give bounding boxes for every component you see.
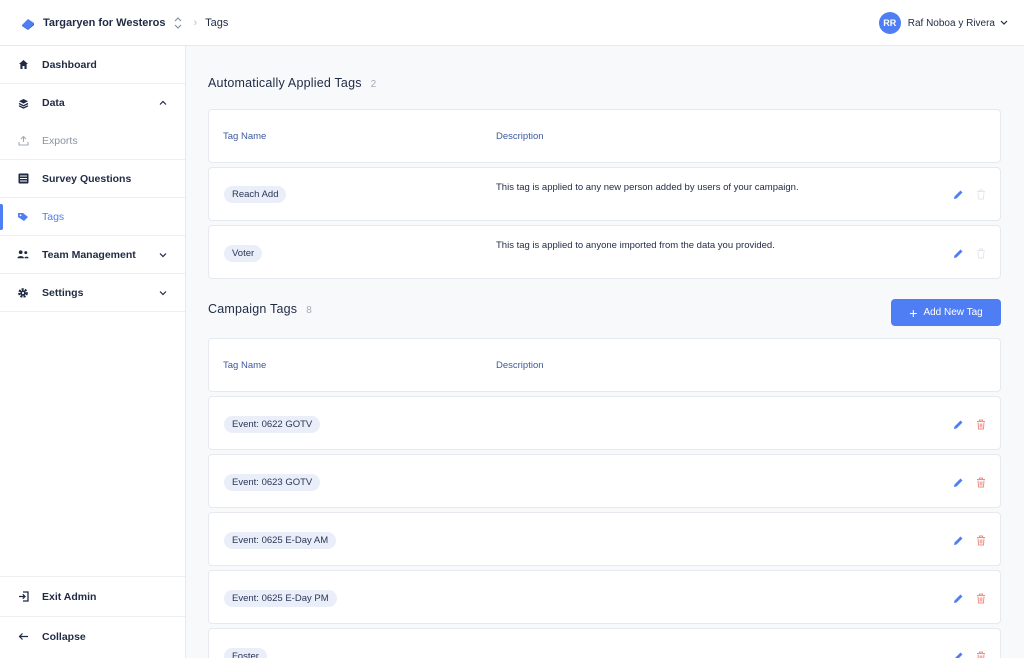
add-new-tag-button[interactable]: + Add New Tag [891, 299, 1001, 326]
table-row: Event: 0622 GOTV [208, 396, 1001, 450]
avatar: RR [878, 12, 901, 34]
tag-description: This tag is applied to anyone imported f… [496, 240, 775, 251]
sidebar-item-data[interactable]: Data [0, 84, 185, 122]
user-name: Raf Noboa y Rivera [907, 17, 995, 29]
sidebar: Dashboard Data Exports Survey Questions … [0, 46, 186, 658]
campaign-tags-header: Tag Name Description [208, 338, 1001, 392]
breadcrumb-separator-icon: › [193, 16, 198, 29]
tag-pill: Event: 0625 E-Day PM [224, 590, 337, 607]
plus-icon: + [909, 304, 918, 321]
exit-icon [17, 591, 29, 603]
edit-icon[interactable] [953, 419, 964, 430]
delete-icon[interactable] [976, 477, 986, 488]
users-icon [17, 249, 29, 261]
sidebar-item-label: Data [42, 97, 65, 109]
delete-icon[interactable] [976, 419, 986, 430]
exit-admin-label: Exit Admin [42, 590, 97, 603]
delete-icon-disabled [977, 248, 985, 259]
sidebar-item-label: Settings [42, 286, 84, 299]
table-row: Foster [208, 628, 1001, 658]
campaign-tags-title: Campaign Tags 8 [208, 302, 312, 316]
table-row: Event: 0623 GOTV [208, 454, 1001, 508]
tag-icon [17, 211, 29, 223]
tag-pill: Event: 0622 GOTV [224, 416, 321, 433]
auto-tags-title-text: Automatically Applied Tags [208, 76, 362, 90]
chevron-up-icon[interactable] [159, 99, 167, 107]
gear-icon [17, 287, 29, 299]
org-name: Targaryen for Westeros [43, 16, 166, 29]
delete-icon[interactable] [976, 593, 986, 604]
table-row: Event: 0625 E-Day AM [208, 512, 1001, 566]
sidebar-item-label: Dashboard [42, 58, 97, 71]
delete-icon-disabled [977, 189, 985, 200]
sidebar-item-dashboard[interactable]: Dashboard [0, 46, 185, 84]
campaign-tags-title-text: Campaign Tags [208, 302, 298, 316]
auto-tags-header: Tag Name Description [208, 109, 1001, 163]
edit-icon[interactable] [953, 477, 964, 488]
sidebar-item-tags[interactable]: Tags [0, 198, 185, 236]
sidebar-item-label: Exports [42, 134, 78, 147]
org-switcher[interactable]: Targaryen for Westeros [0, 0, 183, 46]
edit-icon[interactable] [953, 248, 964, 259]
tag-pill: Event: 0623 GOTV [224, 474, 321, 491]
collapse-button[interactable]: Collapse [0, 616, 185, 656]
logo-icon [22, 18, 34, 30]
sidebar-item-team-management[interactable]: Team Management [0, 236, 185, 274]
user-menu[interactable]: RR Raf Noboa y Rivera [878, 0, 1008, 46]
add-new-tag-label: Add New Tag [923, 307, 983, 318]
edit-icon[interactable] [953, 651, 964, 658]
auto-tags-title: Automatically Applied Tags 2 [208, 76, 376, 90]
list-icon [17, 173, 29, 185]
exit-admin-button[interactable]: Exit Admin [0, 576, 185, 616]
sidebar-item-settings[interactable]: Settings [0, 274, 185, 312]
chevron-down-icon[interactable] [159, 289, 167, 297]
table-row: Event: 0625 E-Day PM [208, 570, 1001, 624]
home-icon [17, 59, 29, 71]
delete-icon[interactable] [976, 651, 986, 658]
edit-icon[interactable] [953, 593, 964, 604]
sidebar-item-label: Tags [42, 210, 65, 223]
tag-pill: Event: 0625 E-Day AM [224, 532, 337, 549]
sidebar-item-label: Survey Questions [42, 172, 132, 185]
tag-pill: Foster [224, 648, 267, 658]
campaign-tags-count: 8 [306, 305, 312, 316]
switch-icon[interactable] [173, 16, 183, 30]
table-row: Voter This tag is applied to anyone impo… [208, 225, 1001, 279]
chevron-down-icon [1000, 20, 1008, 25]
top-bar: Targaryen for Westeros › Tags RR Raf Nob… [0, 0, 1024, 46]
chevron-down-icon[interactable] [159, 251, 167, 259]
edit-icon[interactable] [953, 189, 964, 200]
breadcrumb-page: Tags [205, 16, 229, 29]
tag-pill: Voter [224, 245, 263, 262]
sidebar-item-survey-questions[interactable]: Survey Questions [0, 160, 185, 198]
column-header-description: Description [496, 131, 544, 142]
arrow-left-icon [17, 631, 29, 643]
column-header-description: Description [496, 360, 544, 371]
tag-description: This tag is applied to any new person ad… [496, 182, 799, 193]
column-header-tag-name: Tag Name [223, 360, 267, 371]
sidebar-item-exports[interactable]: Exports [0, 122, 185, 160]
delete-icon[interactable] [976, 535, 986, 546]
auto-tags-count: 2 [370, 79, 377, 90]
upload-icon [17, 135, 29, 147]
layers-icon [17, 97, 29, 109]
tag-pill: Reach Add [224, 186, 287, 203]
column-header-tag-name: Tag Name [223, 131, 267, 142]
collapse-label: Collapse [42, 630, 86, 643]
table-row: Reach Add This tag is applied to any new… [208, 167, 1001, 221]
edit-icon[interactable] [953, 535, 964, 546]
sidebar-item-label: Team Management [42, 248, 136, 261]
